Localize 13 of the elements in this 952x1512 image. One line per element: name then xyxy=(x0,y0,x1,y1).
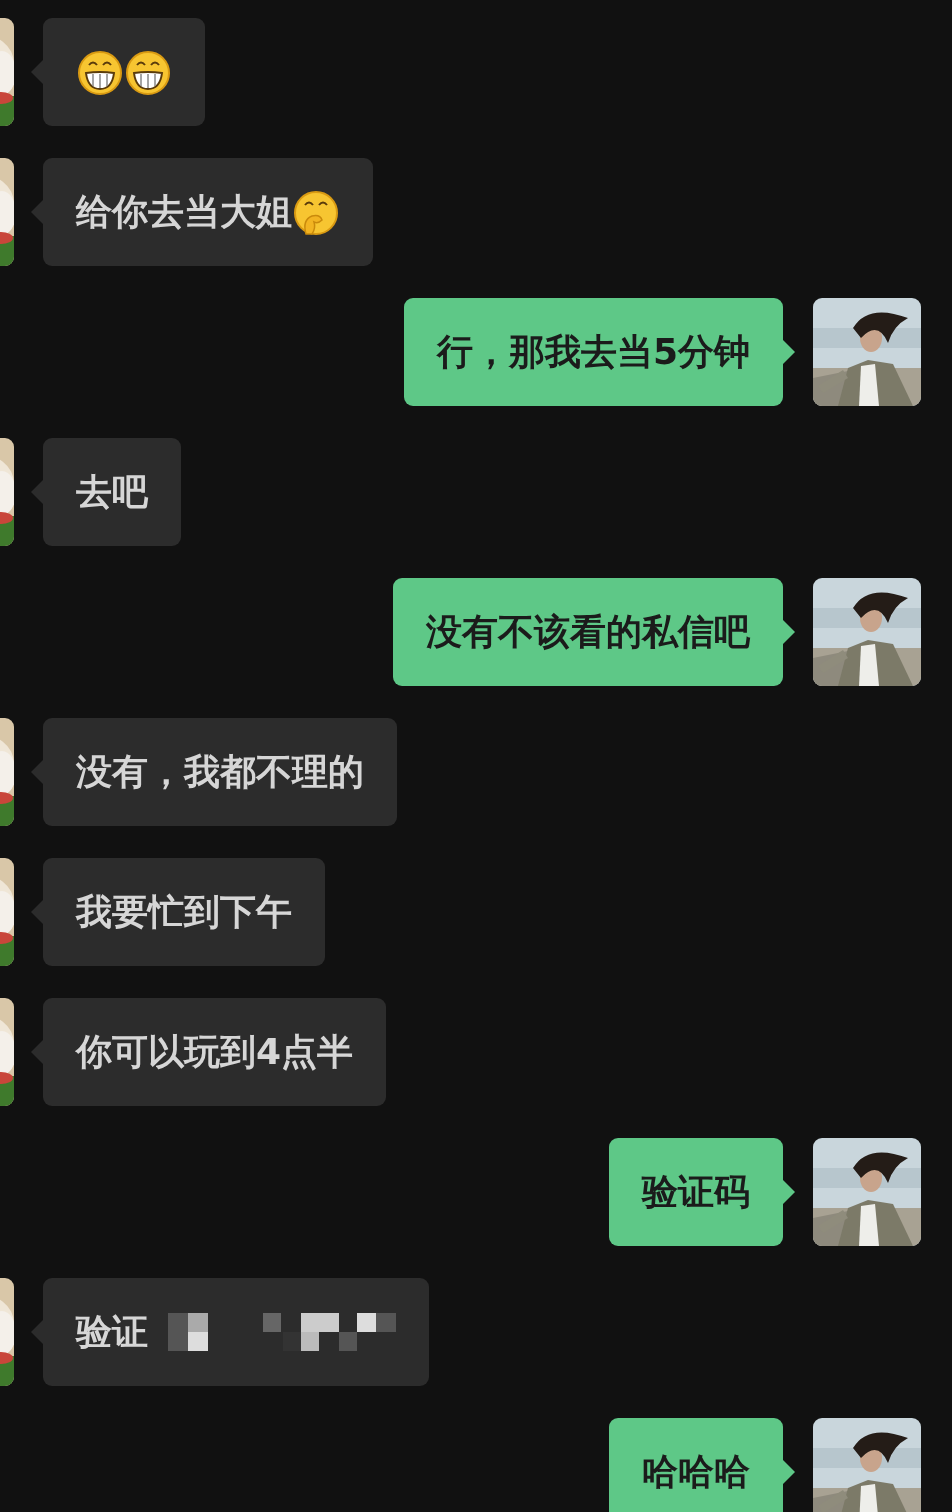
message-text: 给你去当大姐 xyxy=(76,190,292,234)
message-text: 验证码 xyxy=(642,1170,750,1214)
message-text: 行，那我去当5分钟 xyxy=(436,330,750,374)
message-text: 你可以玩到4点半 xyxy=(76,1030,354,1074)
message-text: 验证 xyxy=(76,1310,148,1354)
hand-over-mouth-face-icon xyxy=(292,188,340,236)
message-text: 去吧 xyxy=(76,470,148,514)
message-text: 哈哈哈 xyxy=(642,1450,750,1494)
grinning-face-icon xyxy=(124,48,172,96)
message-text: 没有不该看的私信吧 xyxy=(426,610,750,654)
grinning-face-icon xyxy=(76,48,124,96)
message-text: 没有，我都不理的 xyxy=(76,750,364,794)
message-text: 我要忙到下午 xyxy=(76,890,292,934)
